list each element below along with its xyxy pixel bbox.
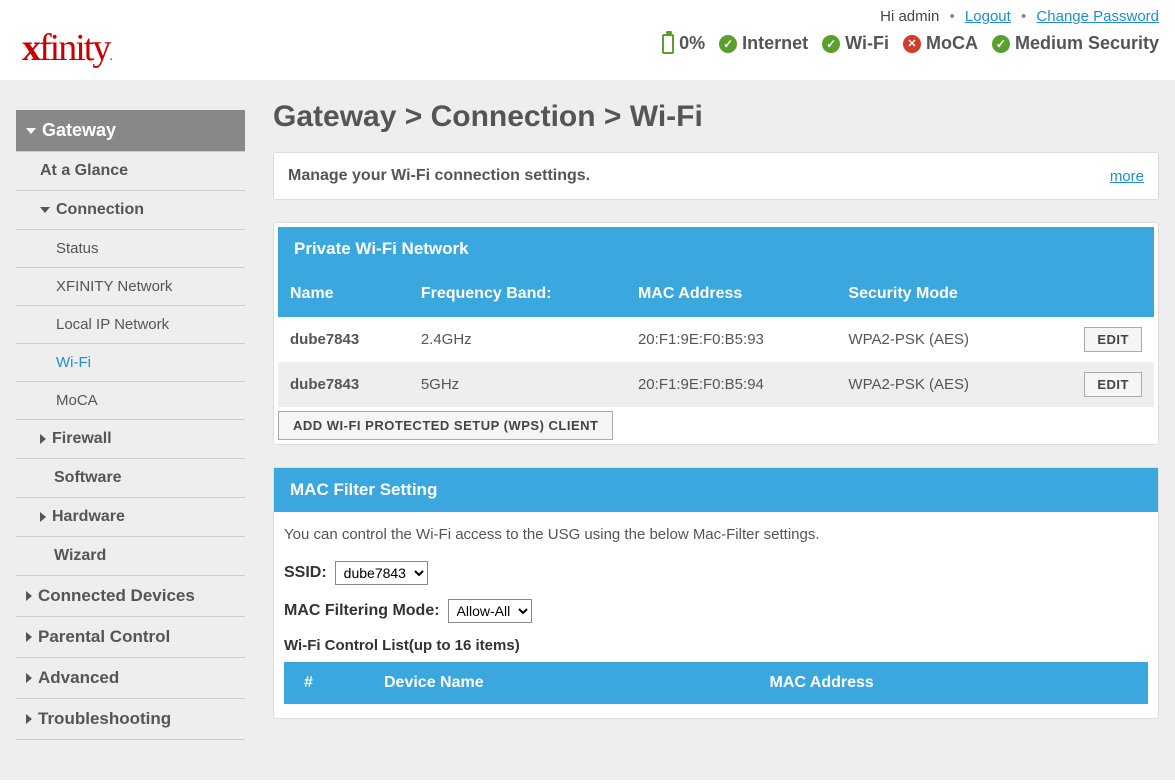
caret-right-icon — [26, 714, 32, 724]
x-icon: ✕ — [903, 35, 921, 53]
nav-status[interactable]: Status — [16, 230, 245, 267]
add-wps-client-button[interactable]: ADD WI-FI PROTECTED SETUP (WPS) CLIENT — [278, 411, 613, 440]
status-row: 0% ✓ Internet ✓ Wi-Fi ✕ MoCA ✓ Medium Se… — [662, 33, 1159, 54]
caret-right-icon — [40, 512, 46, 522]
status-security: ✓ Medium Security — [992, 33, 1159, 54]
private-wifi-panel: Private Wi-Fi Network Name Frequency Ban… — [273, 222, 1159, 445]
battery-pct: 0% — [679, 33, 705, 54]
wifi-freq: 5GHz — [409, 362, 626, 407]
logout-link[interactable]: Logout — [965, 8, 1011, 25]
cl-col-mac: MAC Address — [750, 662, 1148, 704]
mac-filter-panel: MAC Filter Setting You can control the W… — [273, 467, 1159, 719]
status-wifi: ✓ Wi-Fi — [822, 33, 889, 54]
nav-connection[interactable]: Connection — [16, 191, 245, 229]
wifi-freq: 2.4GHz — [409, 317, 626, 362]
nav-xfinity-network[interactable]: XFINITY Network — [16, 268, 245, 305]
battery-status: 0% — [662, 33, 705, 54]
control-list-table: # Device Name MAC Address — [284, 662, 1148, 704]
info-more-link[interactable]: more — [1110, 168, 1144, 185]
breadcrumb: Gateway > Connection > Wi-Fi — [273, 100, 1159, 134]
nav-hardware[interactable]: Hardware — [16, 498, 245, 536]
mac-filter-desc: You can control the Wi-Fi access to the … — [284, 526, 1148, 543]
wifi-sec: WPA2-PSK (AES) — [836, 317, 1039, 362]
wifi-row: dube7843 2.4GHz 20:F1:9E:F0:B5:93 WPA2-P… — [278, 317, 1154, 362]
sidebar: Gateway At a Glance Connection Status XF… — [0, 80, 245, 780]
wifi-sec: WPA2-PSK (AES) — [836, 362, 1039, 407]
nav-parental-control[interactable]: Parental Control — [16, 617, 245, 657]
nav-moca[interactable]: MoCA — [16, 382, 245, 419]
caret-right-icon — [40, 434, 46, 444]
status-internet: ✓ Internet — [719, 33, 808, 54]
caret-down-icon — [40, 207, 50, 213]
info-panel: Manage your Wi-Fi connection settings. m… — [273, 152, 1159, 200]
wifi-row: dube7843 5GHz 20:F1:9E:F0:B5:94 WPA2-PSK… — [278, 362, 1154, 407]
edit-button[interactable]: EDIT — [1084, 327, 1142, 352]
mac-mode-label: MAC Filtering Mode: — [284, 602, 440, 620]
caret-right-icon — [26, 673, 32, 683]
private-wifi-title: Private Wi-Fi Network — [278, 227, 1154, 271]
col-mac: MAC Address — [626, 271, 836, 317]
check-icon: ✓ — [719, 35, 737, 53]
mac-filter-title: MAC Filter Setting — [274, 468, 1158, 512]
logo: xxfinityfinity. — [16, 8, 111, 70]
nav-at-a-glance[interactable]: At a Glance — [16, 152, 245, 190]
wifi-mac: 20:F1:9E:F0:B5:94 — [626, 362, 836, 407]
cl-col-num: # — [284, 662, 364, 704]
col-freq: Frequency Band: — [409, 271, 626, 317]
status-moca: ✕ MoCA — [903, 33, 978, 54]
battery-icon — [662, 34, 674, 54]
col-name: Name — [278, 271, 409, 317]
cl-col-device: Device Name — [364, 662, 750, 704]
nav-firewall[interactable]: Firewall — [16, 420, 245, 458]
private-wifi-table: Private Wi-Fi Network Name Frequency Ban… — [278, 227, 1154, 407]
nav-advanced[interactable]: Advanced — [16, 658, 245, 698]
edit-button[interactable]: EDIT — [1084, 372, 1142, 397]
change-password-link[interactable]: Change Password — [1036, 8, 1159, 25]
check-icon: ✓ — [822, 35, 840, 53]
nav-connected-devices[interactable]: Connected Devices — [16, 576, 245, 616]
wifi-name: dube7843 — [278, 362, 409, 407]
control-list-title: Wi-Fi Control List(up to 16 items) — [284, 637, 1148, 654]
nav-wifi[interactable]: Wi-Fi — [16, 344, 245, 381]
main-content: Gateway > Connection > Wi-Fi Manage your… — [245, 80, 1175, 780]
user-row: Hi admin • Logout • Change Password — [662, 8, 1159, 25]
nav-gateway[interactable]: Gateway — [16, 110, 245, 151]
ssid-select[interactable]: dube7843 — [335, 561, 428, 585]
mac-mode-select[interactable]: Allow-All — [448, 599, 532, 623]
greeting: Hi admin — [880, 8, 939, 25]
nav-wizard[interactable]: Wizard — [16, 537, 245, 575]
caret-right-icon — [26, 591, 32, 601]
nav-software[interactable]: Software — [16, 459, 245, 497]
check-icon: ✓ — [992, 35, 1010, 53]
caret-down-icon — [26, 128, 36, 134]
nav-troubleshooting[interactable]: Troubleshooting — [16, 699, 245, 739]
info-text: Manage your Wi-Fi connection settings. — [288, 167, 590, 185]
col-sec: Security Mode — [836, 271, 1039, 317]
ssid-label: SSID: — [284, 564, 327, 582]
wifi-name: dube7843 — [278, 317, 409, 362]
header: xxfinityfinity. Hi admin • Logout • Chan… — [0, 0, 1175, 80]
wifi-mac: 20:F1:9E:F0:B5:93 — [626, 317, 836, 362]
nav-local-ip[interactable]: Local IP Network — [16, 306, 245, 343]
caret-right-icon — [26, 632, 32, 642]
